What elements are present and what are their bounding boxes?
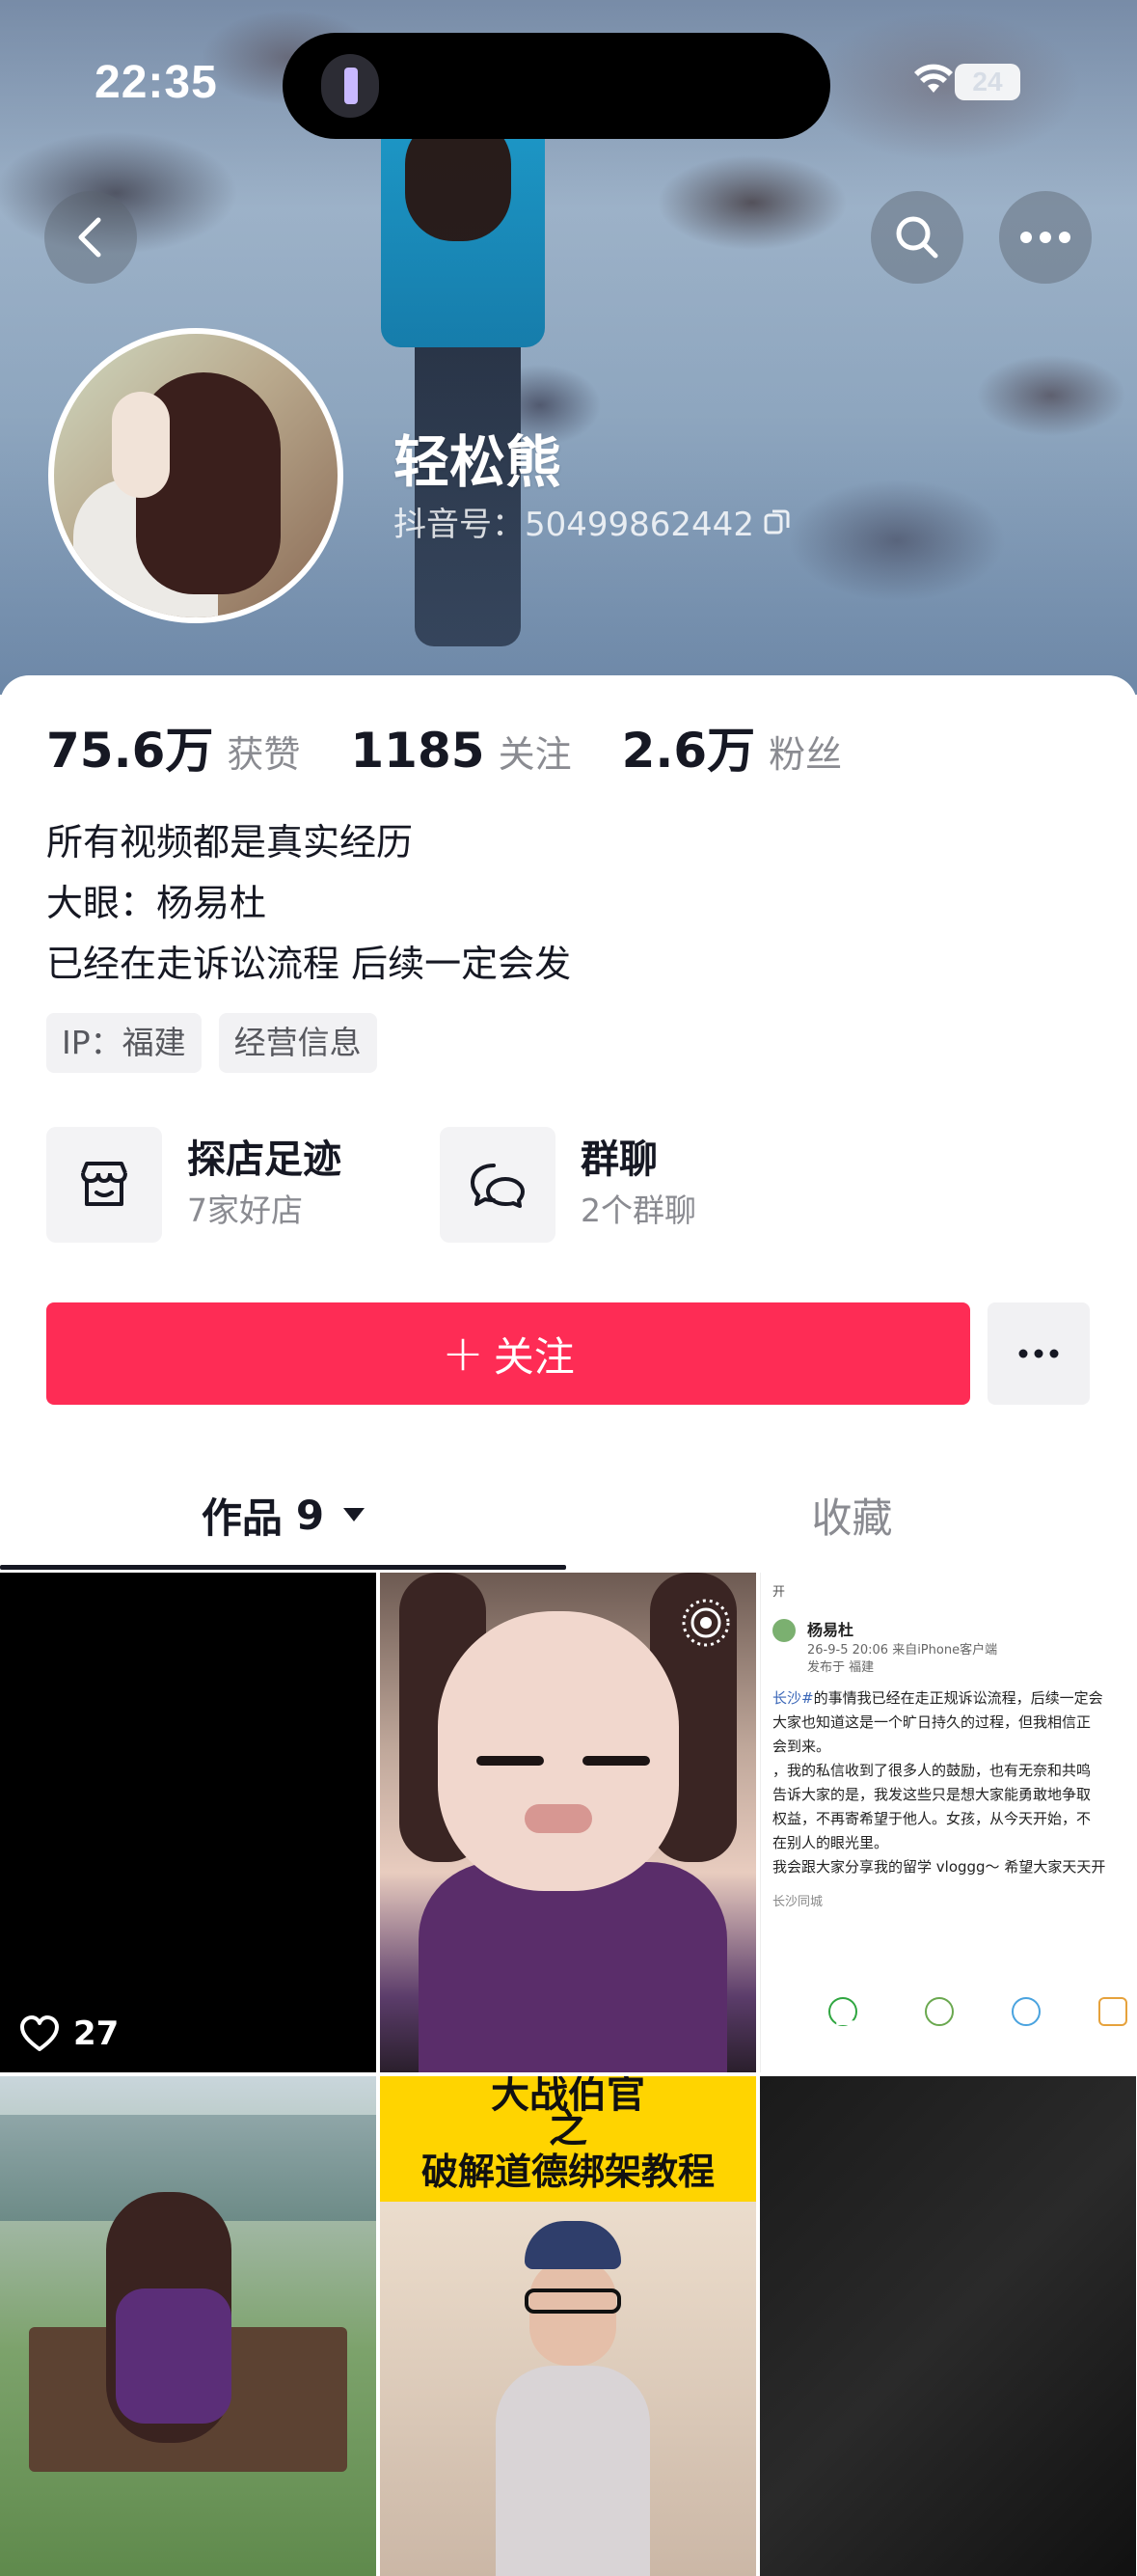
profile-card: 75.6万 获赞 1185 关注 2.6万 粉丝 所有视频都是真实经历 大眼：杨… xyxy=(0,675,1137,2576)
bio-line: 已经在走诉讼流程 后续一定会发 xyxy=(46,943,572,985)
stat-value: 75.6万 xyxy=(46,723,214,779)
store-icon xyxy=(46,1127,162,1243)
stat-value: 2.6万 xyxy=(621,723,756,779)
flashlight-icon xyxy=(321,54,379,118)
copy-icon[interactable] xyxy=(764,507,791,536)
feature-subtitle: 2个群聊 xyxy=(581,1192,696,1229)
post-avatar xyxy=(772,1618,796,1642)
video-thumbnail[interactable] xyxy=(760,2076,1136,2576)
more-dots-icon xyxy=(1020,232,1070,243)
tab-favorites[interactable]: 收藏 xyxy=(568,1466,1136,1563)
tab-count: 9 xyxy=(295,1491,325,1539)
heart-icon xyxy=(781,2015,820,2051)
follow-label: 关注 xyxy=(493,1332,575,1381)
stat-following[interactable]: 1185 关注 xyxy=(350,723,571,779)
tab-label: 收藏 xyxy=(811,1494,893,1542)
follow-button[interactable]: + 关注 xyxy=(46,1302,970,1405)
stat-label: 粉丝 xyxy=(769,733,843,776)
like-count: 741 xyxy=(780,2014,903,2053)
content-tabs: 作品 9 收藏 xyxy=(0,1466,1137,1573)
stat-value: 1185 xyxy=(350,723,485,779)
plus-icon: + xyxy=(442,1325,484,1383)
tab-works[interactable]: 作品 9 xyxy=(0,1466,568,1563)
video-thumbnail[interactable] xyxy=(0,2076,376,2576)
search-icon xyxy=(896,216,938,259)
avatar[interactable] xyxy=(48,328,343,623)
username: 轻松熊 xyxy=(393,429,562,495)
dynamic-island xyxy=(283,33,830,139)
stat-followers[interactable]: 2.6万 粉丝 xyxy=(622,712,843,781)
business-info-tag[interactable]: 经营信息 xyxy=(218,1013,377,1073)
stat-label: 关注 xyxy=(498,733,572,776)
feature-entries: 探店足迹 7家好店 群聊 2个群聊 xyxy=(46,1127,1097,1245)
video-thumbnail[interactable]: 开 杨易杜 26-9-5 20:06 来自iPhone客户端 发布于 福建 长沙… xyxy=(760,1573,1137,2072)
ip-location-tag: IP：福建 xyxy=(46,1013,202,1073)
back-button[interactable] xyxy=(44,191,137,284)
stat-likes[interactable]: 75.6万 获赞 xyxy=(46,712,300,781)
like-count-value: 741 xyxy=(834,2014,903,2053)
bio-line: 大眼：杨易杜 xyxy=(46,882,267,924)
video-thumbnail[interactable] xyxy=(380,1573,756,2072)
stats-row: 75.6万 获赞 1185 关注 2.6万 粉丝 xyxy=(46,712,892,781)
status-time: 22:35 xyxy=(95,57,218,108)
chevron-left-icon xyxy=(78,217,101,258)
like-count-value: 27 xyxy=(73,2014,120,2053)
profile-tags: IP：福建 经营信息 xyxy=(46,1013,377,1073)
douyin-id[interactable]: 抖音号：50499862442 xyxy=(393,498,791,545)
store-visits-entry[interactable]: 探店足迹 7家好店 xyxy=(46,1127,341,1243)
more-options-button[interactable] xyxy=(999,191,1092,284)
feature-subtitle: 7家好店 xyxy=(187,1192,303,1229)
search-button[interactable] xyxy=(871,191,963,284)
wifi-icon xyxy=(914,64,953,100)
bio-line: 所有视频都是真实经历 xyxy=(46,821,414,863)
group-chat-entry[interactable]: 群聊 2个群聊 xyxy=(440,1127,696,1243)
live-photo-icon xyxy=(682,1599,730,1647)
tab-label: 作品 xyxy=(201,1494,283,1542)
bio: 所有视频都是真实经历 大眼：杨易杜 已经在走诉讼流程 后续一定会发 xyxy=(46,812,571,995)
like-count: 27 xyxy=(19,2014,119,2053)
post-screenshot: 开 杨易杜 26-9-5 20:06 来自iPhone客户端 发布于 福建 长沙… xyxy=(772,1585,1106,1876)
feature-title: 群聊 xyxy=(581,1137,658,1182)
feature-title: 探店足迹 xyxy=(187,1137,341,1182)
follow-more-button[interactable] xyxy=(988,1302,1090,1405)
heart-icon xyxy=(20,2015,59,2051)
video-thumbnail[interactable]: 大战伯官 之 破解道德绑架教程 xyxy=(380,2076,756,2576)
caret-down-icon xyxy=(343,1508,365,1521)
stat-label: 获赞 xyxy=(227,733,301,776)
battery-indicator: 24 xyxy=(955,64,1020,100)
post-footer: 长沙同城 xyxy=(772,1895,824,1909)
video-thumbnail[interactable]: 27 xyxy=(0,1573,376,2072)
more-dots-icon xyxy=(1018,1349,1059,1358)
active-tab-indicator xyxy=(0,1565,566,1570)
chat-bubbles-icon xyxy=(440,1127,555,1243)
douyin-id-text: 抖音号：50499862442 xyxy=(393,506,754,544)
